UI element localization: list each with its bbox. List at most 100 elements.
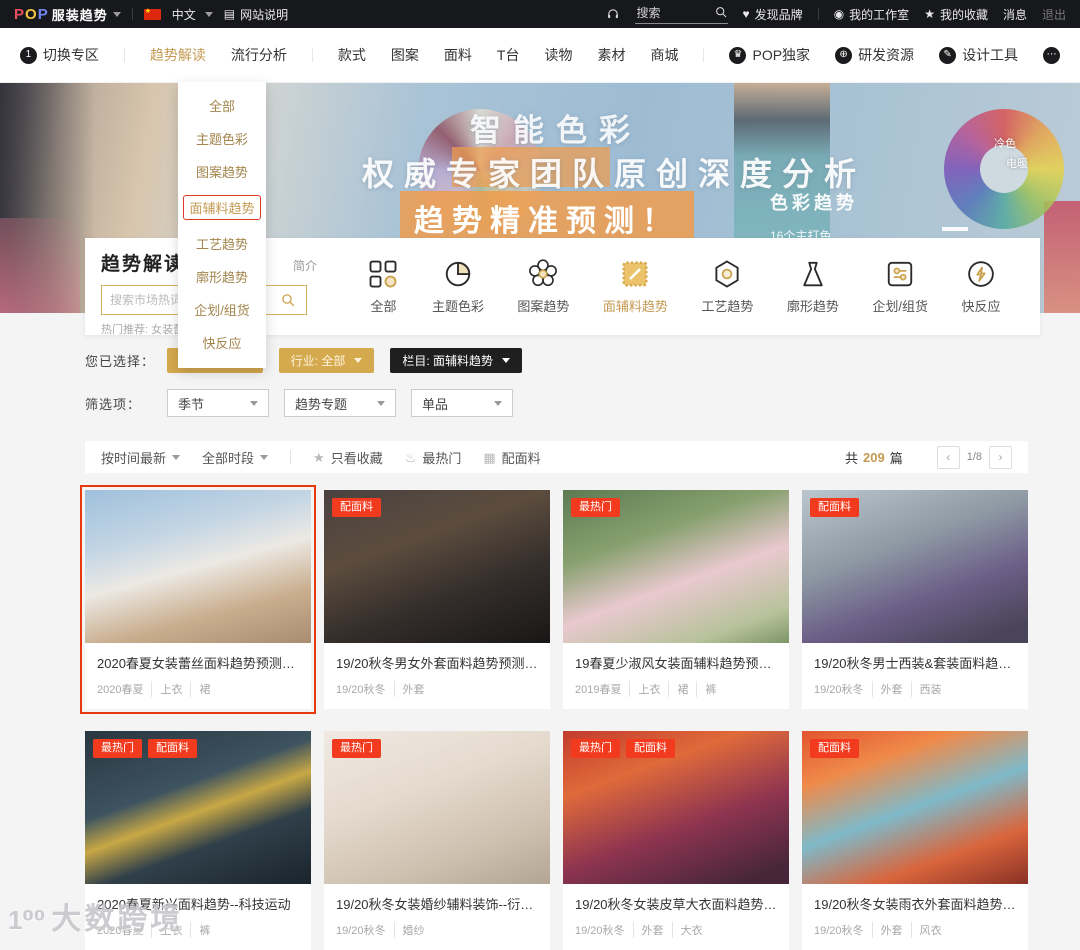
article-title[interactable]: 19/20秋冬男女外套面料趋势预测--改良花呢 — [336, 653, 538, 672]
article-tags: 2019春夏 上衣裙裤 — [575, 681, 777, 697]
nav-item-trend-reading[interactable]: 趋势解读 — [150, 45, 206, 65]
language-label: 中文 — [171, 7, 196, 22]
filter-chip-column[interactable]: 栏目: 面辅料趋势 — [390, 348, 523, 373]
dropdown-item-quick-response[interactable]: 快反应 — [178, 326, 266, 359]
article-thumbnail[interactable]: 配面料 — [802, 731, 1028, 884]
article-thumbnail[interactable]: 最热门 配面料 — [563, 731, 789, 884]
filter-chip-industry[interactable]: 行业: 全部 — [278, 348, 375, 373]
article-thumbnail[interactable]: 最热门 — [563, 490, 789, 643]
nav-item-mall[interactable]: 商城 — [650, 45, 678, 65]
category-quick-response[interactable]: 快反应 — [961, 259, 1000, 315]
cn-flag-icon — [143, 7, 161, 20]
crown-icon: ♛ — [729, 46, 747, 64]
nav-item-switch-zone[interactable]: 1 切换专区 — [19, 45, 99, 65]
my-studio-link[interactable]: ◉ 我的工作室 — [834, 6, 910, 23]
season-select[interactable]: 季节 — [167, 389, 269, 417]
category-silhouette-trend[interactable]: 廓形趋势 — [787, 259, 839, 315]
nav-item-readings[interactable]: 读物 — [544, 45, 572, 65]
dropdown-label: 全部 — [208, 99, 235, 114]
article-card[interactable]: 最热门 19春夏少淑风女装面辅料趋势预测--边缘装饰 2019春夏上衣裙裤 — [563, 490, 789, 709]
my-favorites-link[interactable]: ★ 我的收藏 — [924, 6, 988, 23]
nav-item-popular-analysis[interactable]: 流行分析 — [231, 45, 287, 65]
category-label: 全部 — [370, 298, 397, 314]
hottest-toggle[interactable]: ♨ 最热门 — [405, 448, 462, 467]
article-card[interactable]: 配面料 19/20秋冬女装雨衣外套面料趋势预测--科技... 19/20秋冬外套… — [802, 731, 1028, 950]
favorites-only-toggle[interactable]: ★ 只看收藏 — [313, 448, 383, 467]
article-card[interactable]: 配面料 19/20秋冬男士西装&套装面料趋势预测--复... 19/20秋冬外套… — [802, 490, 1028, 709]
discover-brands-link[interactable]: ♥ 发现品牌 — [743, 6, 803, 23]
article-thumbnail[interactable]: 配面料 — [324, 490, 550, 643]
article-card[interactable]: 最热门 配面料 2020春夏新兴面料趋势--科技运动 2020春夏 上衣裤 — [85, 731, 311, 950]
wheel-label: 电暖 — [1006, 158, 1028, 170]
dropdown-item-fabric-trend[interactable]: 面辅料趋势 — [178, 188, 266, 227]
article-thumbnail[interactable]: 最热门 — [324, 731, 550, 884]
article-title[interactable]: 19/20秋冬女装雨衣外套面料趋势预测--科技... — [814, 894, 1016, 913]
sort-by-time[interactable]: 按时间最新 — [101, 448, 181, 467]
search-icon[interactable] — [270, 286, 306, 314]
article-thumbnail[interactable]: 最热门 配面料 — [85, 731, 311, 884]
trend-topic-select[interactable]: 趋势专题 — [284, 389, 396, 417]
dropdown-item-silhouette-trend[interactable]: 廓形趋势 — [178, 260, 266, 293]
article-title[interactable]: 19/20秋冬女装婚纱辅料装饰--衍生的珠饰 — [336, 894, 538, 913]
search-icon[interactable] — [715, 6, 728, 19]
more-menu-button[interactable]: ⋯ — [1043, 46, 1061, 64]
ellipsis-icon: ⋯ — [1043, 46, 1061, 64]
period-filter[interactable]: 全部时段 — [202, 448, 269, 467]
category-label: 面辅料趋势 — [602, 298, 668, 314]
article-card[interactable]: 配面料 19/20秋冬男女外套面料趋势预测--改良花呢 19/20秋冬外套 — [324, 490, 550, 709]
dropdown-item-theme-color[interactable]: 主题色彩 — [178, 122, 266, 155]
nav-item-runway[interactable]: T台 — [497, 45, 520, 65]
badge: 配面料 — [810, 498, 859, 518]
carousel-indicator[interactable] — [942, 227, 968, 231]
dropdown-item-planning[interactable]: 企划/组货 — [178, 293, 266, 326]
category-fabric-trend[interactable]: 面辅料趋势 — [603, 259, 668, 315]
nav-item-materials[interactable]: 素材 — [597, 45, 625, 65]
logo-text: 服装趋势 — [51, 7, 108, 23]
article-card[interactable]: 最热门配面料 19/20秋冬女装皮草大衣面料趋势预测--取魅... 19/20秋… — [563, 731, 789, 950]
with-fabric-toggle[interactable]: ▦ 配面料 — [483, 448, 540, 467]
nav-label: 趋势解读 — [149, 47, 206, 63]
prev-page-button[interactable]: ‹ — [936, 445, 960, 469]
badge: 最热门 — [571, 739, 620, 759]
article-title[interactable]: 19/20秋冬女装皮草大衣面料趋势预测--取魅... — [575, 894, 777, 913]
article-thumbnail[interactable]: 配面料 — [802, 490, 1028, 643]
headset-icon[interactable] — [606, 7, 620, 21]
category-theme-color[interactable]: 主题色彩 — [432, 259, 484, 315]
dropdown-item-pattern-trend[interactable]: 图案趋势 — [178, 155, 266, 188]
star-icon: ★ — [924, 7, 935, 21]
article-title[interactable]: 19春夏少淑风女装面辅料趋势预测--边缘装饰 — [575, 653, 777, 672]
nav-item-patterns[interactable]: 图案 — [391, 45, 419, 65]
dropdown-item-all[interactable]: 全部 — [178, 89, 266, 122]
article-title[interactable]: 2020春夏女装蕾丝面料趋势预测--浪漫假日 — [97, 653, 299, 672]
pop-logo[interactable]: POP 服装趋势 — [14, 5, 121, 24]
category-pattern-trend[interactable]: 图案趋势 — [517, 258, 569, 315]
article-title[interactable]: 19/20秋冬男士西装&套装面料趋势预测--复... — [814, 653, 1016, 672]
article-card[interactable]: 2020春夏女装蕾丝面料趋势预测--浪漫假日 2020春夏上衣裙 — [80, 485, 316, 714]
wheel-label: 冷色 — [994, 138, 1016, 150]
category-label: 工艺趋势 — [701, 298, 754, 314]
article-title[interactable]: 2020春夏新兴面料趋势--科技运动 — [97, 894, 299, 913]
language-selector[interactable]: 中文 — [172, 6, 213, 23]
next-page-button[interactable]: › — [989, 445, 1012, 469]
dropdown-label: 廓形趋势 — [195, 270, 248, 285]
intro-link[interactable]: 简介 — [293, 257, 317, 274]
article-card[interactable]: 最热门 19/20秋冬女装婚纱辅料装饰--衍生的珠饰 19/20秋冬婚纱 — [324, 731, 550, 950]
banner-headline-top: 智能色彩 — [470, 113, 642, 148]
topbar-search[interactable] — [634, 4, 728, 24]
category-craft-trend[interactable]: 工艺趋势 — [701, 259, 753, 315]
item-select[interactable]: 单品 — [411, 389, 513, 417]
dropdown-item-craft-trend[interactable]: 工艺趋势 — [178, 227, 266, 260]
nav-item-rd-resources[interactable]: ⊕ 研发资源 — [835, 45, 914, 65]
heart-badge-icon: ♥ — [742, 7, 750, 21]
site-note-link[interactable]: ▤ 网站说明 — [224, 6, 288, 23]
category-all[interactable]: 全部 — [368, 259, 398, 315]
nav-item-styles[interactable]: 款式 — [338, 45, 366, 65]
nav-item-design-tools[interactable]: ✎ 设计工具 — [939, 45, 1018, 65]
article-thumbnail[interactable] — [85, 490, 311, 643]
logout-link[interactable]: 退出 — [1042, 6, 1066, 23]
search-input[interactable] — [634, 4, 697, 21]
nav-item-fabrics[interactable]: 面料 — [444, 45, 472, 65]
nav-item-pop-exclusive[interactable]: ♛ POP独家 — [729, 45, 810, 65]
messages-link[interactable]: 消息 — [1003, 6, 1027, 23]
category-planning[interactable]: 企划/组货 — [872, 259, 928, 315]
